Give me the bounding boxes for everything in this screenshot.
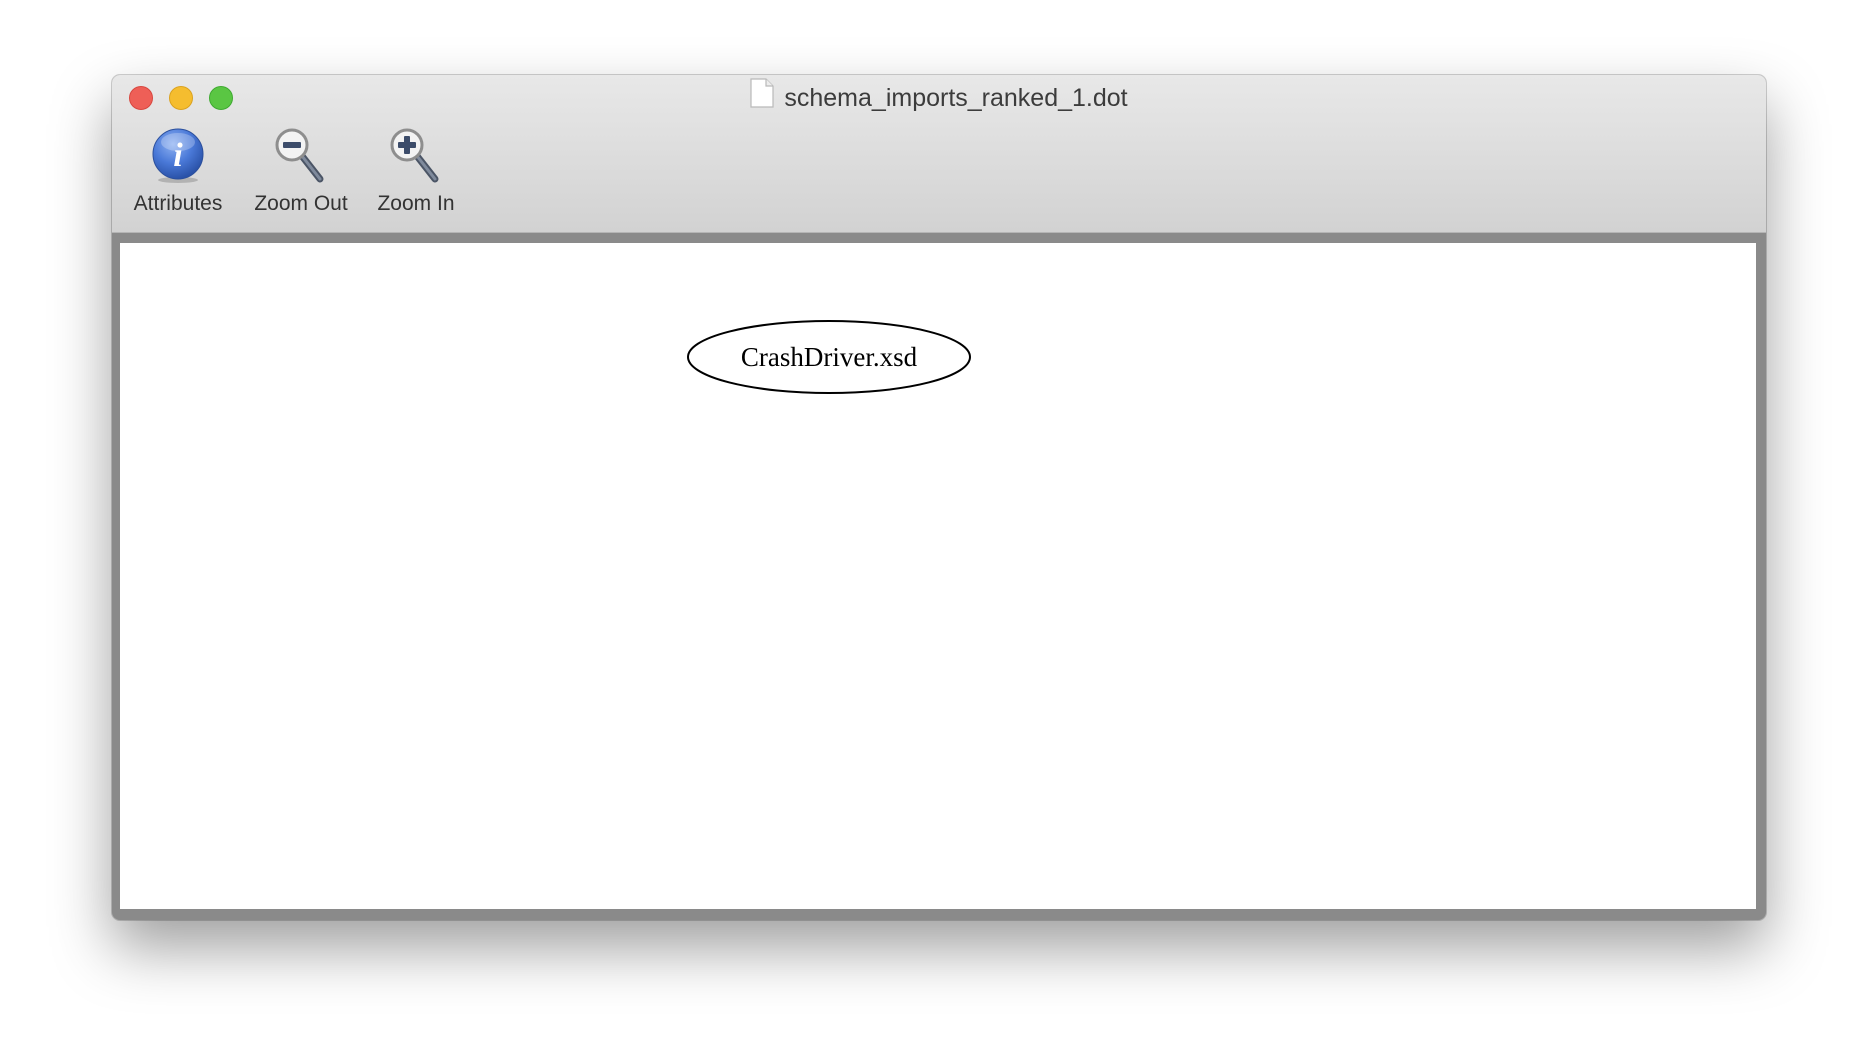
graph-canvas[interactable]: CrashDriver.xsd <box>120 243 1756 909</box>
graph-svg: CrashDriver.xsd <box>687 320 971 394</box>
app-window: schema_imports_ranked_1.dot i Attributes… <box>112 75 1766 920</box>
window-title: schema_imports_ranked_1.dot <box>784 84 1128 112</box>
node-label: CrashDriver.xsd <box>741 342 918 372</box>
attributes-button[interactable]: i Attributes <box>126 126 230 226</box>
graph-node[interactable]: CrashDriver.xsd <box>687 320 971 394</box>
zoom-out-label: Zoom Out <box>254 192 348 215</box>
attributes-label: Attributes <box>133 192 223 215</box>
zoom-out-icon <box>272 126 330 191</box>
document-icon <box>750 78 774 117</box>
zoom-in-label: Zoom In <box>377 192 455 215</box>
zoom-out-button[interactable]: Zoom Out <box>246 126 356 226</box>
info-icon: i <box>149 127 207 190</box>
window-title-container: schema_imports_ranked_1.dot <box>112 78 1766 117</box>
zoom-in-button[interactable]: Zoom In <box>366 126 466 226</box>
zoom-in-icon <box>387 126 445 191</box>
titlebar[interactable]: schema_imports_ranked_1.dot i Attributes… <box>112 75 1766 233</box>
svg-text:i: i <box>173 137 183 174</box>
